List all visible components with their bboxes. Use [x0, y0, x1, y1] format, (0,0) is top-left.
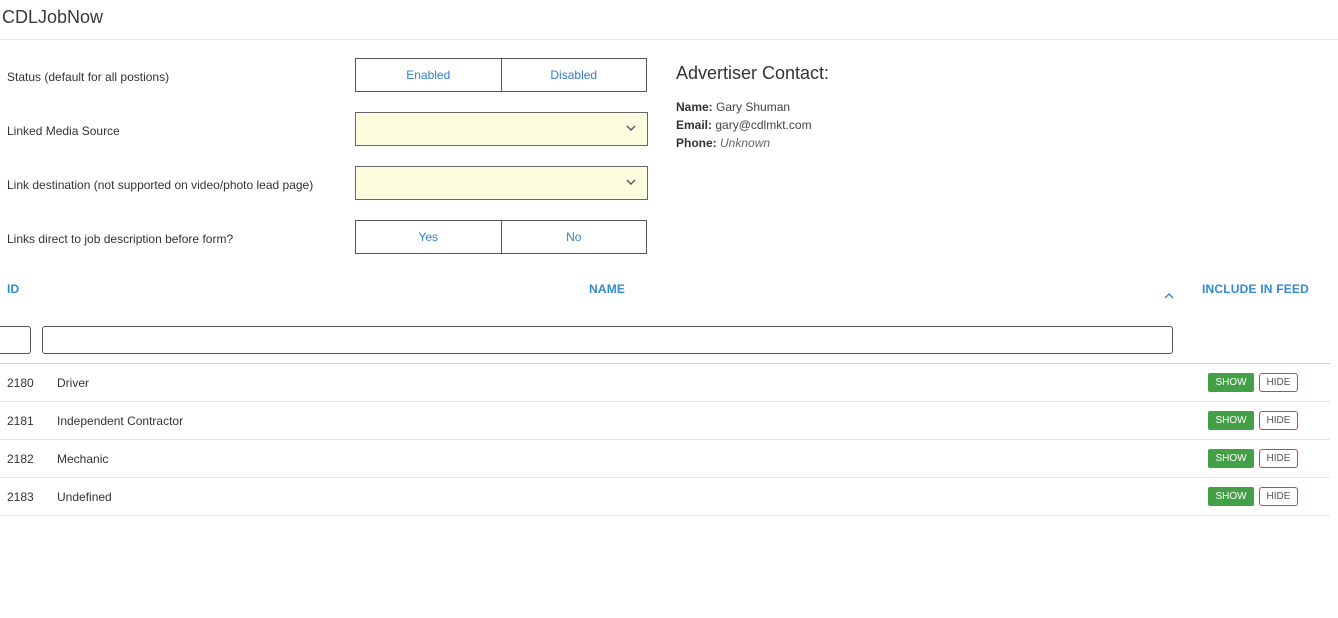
- show-button[interactable]: SHOW: [1208, 373, 1254, 392]
- row-name: Independent Contractor: [57, 414, 184, 428]
- direct-links-toggle: Yes No: [355, 220, 647, 254]
- status-disabled-button[interactable]: Disabled: [500, 59, 646, 91]
- link-destination-label: Link destination (not supported on video…: [7, 178, 314, 192]
- column-header-include-in-feed: INCLUDE IN FEED: [1202, 282, 1310, 296]
- header-divider: [0, 39, 1338, 40]
- media-source-label: Linked Media Source: [7, 124, 120, 138]
- id-filter-input[interactable]: [0, 326, 31, 354]
- row-name: Mechanic: [57, 452, 109, 466]
- row-id: 2180: [7, 376, 34, 390]
- row-name: Undefined: [57, 490, 112, 504]
- row-id: 2182: [7, 452, 34, 466]
- hide-button[interactable]: HIDE: [1259, 449, 1298, 468]
- direct-links-yes-button[interactable]: Yes: [356, 221, 501, 253]
- status-toggle: Enabled Disabled: [355, 58, 647, 92]
- table-row: 2182 Mechanic SHOW HIDE: [0, 440, 1330, 478]
- contact-phone-value: Unknown: [720, 136, 771, 150]
- row-id: 2181: [7, 414, 34, 428]
- show-button[interactable]: SHOW: [1208, 411, 1254, 430]
- direct-links-label: Links direct to job description before f…: [7, 232, 234, 246]
- column-header-id[interactable]: ID: [7, 282, 19, 296]
- advertiser-contact-title: Advertiser Contact:: [676, 63, 830, 83]
- contact-phone-label: Phone:: [676, 136, 717, 150]
- contact-email-value: gary@cdlmkt.com: [715, 118, 812, 132]
- hide-button[interactable]: HIDE: [1259, 411, 1298, 430]
- hide-button[interactable]: HIDE: [1259, 373, 1298, 392]
- chevron-down-icon: [626, 125, 636, 131]
- show-button[interactable]: SHOW: [1208, 487, 1254, 506]
- table-row: 2181 Independent Contractor SHOW HIDE: [0, 402, 1330, 440]
- page: CDLJobNow Status (default for all postio…: [0, 0, 1338, 618]
- direct-links-no-button[interactable]: No: [500, 221, 646, 253]
- contact-phone: Phone: Unknown: [676, 135, 770, 151]
- status-label: Status (default for all postions): [7, 70, 170, 84]
- status-enabled-button[interactable]: Enabled: [356, 59, 501, 91]
- row-name: Driver: [57, 376, 89, 390]
- contact-name-label: Name:: [676, 100, 713, 114]
- column-header-name[interactable]: NAME: [589, 282, 625, 296]
- link-destination-select[interactable]: [355, 166, 648, 200]
- contact-email: Email: gary@cdlmkt.com: [676, 117, 812, 133]
- name-filter-input[interactable]: [42, 326, 1173, 354]
- contact-name-value: Gary Shuman: [716, 100, 791, 114]
- hide-button[interactable]: HIDE: [1259, 487, 1298, 506]
- app-title: CDLJobNow: [2, 7, 104, 27]
- row-id: 2183: [7, 490, 34, 504]
- contact-name: Name: Gary Shuman: [676, 99, 790, 115]
- table-row: 2180 Driver SHOW HIDE: [0, 364, 1330, 402]
- show-button[interactable]: SHOW: [1208, 449, 1254, 468]
- media-source-select[interactable]: [355, 112, 648, 146]
- chevron-up-icon[interactable]: [1163, 291, 1175, 301]
- contact-email-label: Email:: [676, 118, 713, 132]
- chevron-down-icon: [626, 179, 636, 185]
- table-row: 2183 Undefined SHOW HIDE: [0, 478, 1330, 516]
